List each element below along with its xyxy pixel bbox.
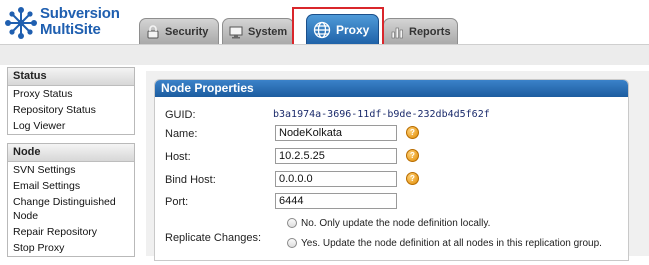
tab-proxy-label: Proxy [336,22,370,37]
host-label: Host: [165,151,191,163]
radio-button[interactable] [287,238,297,248]
tab-reports-label: Reports [409,25,451,38]
replicate-option-label: Yes. Update the node definition at all n… [301,237,602,249]
help-icon[interactable]: ? [406,149,419,162]
tab-reports[interactable]: Reports [383,18,458,44]
help-icon[interactable]: ? [406,126,419,139]
globe-icon [313,21,331,38]
bind-host-input[interactable] [275,171,397,187]
tab-security[interactable]: Security [139,18,219,44]
guid-row: GUID: b3a1974a-3696-11df-b9de-232db4d5f6… [165,106,625,124]
main-tabs: Security System Proxy Reports [0,14,649,44]
host-input[interactable] [275,148,397,164]
host-row: Host: ? [165,148,625,166]
sidebar-item-log-viewer[interactable]: Log Viewer [8,118,134,134]
guid-value: b3a1974a-3696-11df-b9de-232db4d5f62f [273,109,490,120]
help-icon[interactable]: ? [406,172,419,185]
panel-title: Node Properties [155,80,628,97]
sidebar-section-status: Status Proxy Status Repository Status Lo… [7,67,135,135]
sidebar: Status Proxy Status Repository Status Lo… [7,67,135,265]
name-label: Name: [165,128,198,140]
tab-system-label: System [248,25,288,38]
bar-chart-icon [391,27,403,38]
radio-button[interactable] [287,218,297,228]
bind-host-label: Bind Host: [165,174,216,186]
replicate-row: Replicate Changes: No. Only update the n… [165,213,625,257]
name-row: Name: ? [165,125,625,143]
replicate-option-no[interactable]: No. Only update the node definition loca… [287,213,627,233]
sidebar-item-email-settings[interactable]: Email Settings [8,178,134,194]
guid-label: GUID: [165,109,196,121]
port-row: Port: [165,193,625,211]
sidebar-item-svn-settings[interactable]: SVN Settings [8,162,134,178]
sidebar-item-repair-repository[interactable]: Repair Repository [8,224,134,240]
app-header: Subversion MultiSite Security System Pro… [0,0,649,55]
tab-system[interactable]: System [222,18,294,44]
sub-nav-strip [0,44,649,65]
tab-security-label: Security [165,25,209,38]
main-content: Node Properties GUID: b3a1974a-3696-11df… [146,71,649,261]
sidebar-item-proxy-status[interactable]: Proxy Status [8,86,134,102]
bind-host-row: Bind Host: ? [165,171,625,189]
sidebar-section-title: Status [8,68,134,86]
port-label: Port: [165,196,189,208]
tab-proxy[interactable]: Proxy [306,14,379,44]
port-input[interactable] [275,193,397,209]
sidebar-section-title: Node [8,144,134,162]
sidebar-item-stop-proxy[interactable]: Stop Proxy [8,240,134,256]
lock-icon [147,24,159,38]
name-input[interactable] [275,125,397,141]
sidebar-section-node: Node SVN Settings Email Settings Change … [7,143,135,257]
replicate-option-yes[interactable]: Yes. Update the node definition at all n… [287,233,627,253]
sidebar-item-repository-status[interactable]: Repository Status [8,102,134,118]
node-properties-panel: Node Properties GUID: b3a1974a-3696-11df… [154,79,629,261]
monitor-icon [229,26,243,38]
replicate-label: Replicate Changes: [165,232,262,244]
replicate-radio-group: No. Only update the node definition loca… [287,213,627,253]
replicate-option-label: No. Only update the node definition loca… [301,217,491,229]
sidebar-item-change-distinguished-node[interactable]: Change Distinguished Node [8,194,134,224]
